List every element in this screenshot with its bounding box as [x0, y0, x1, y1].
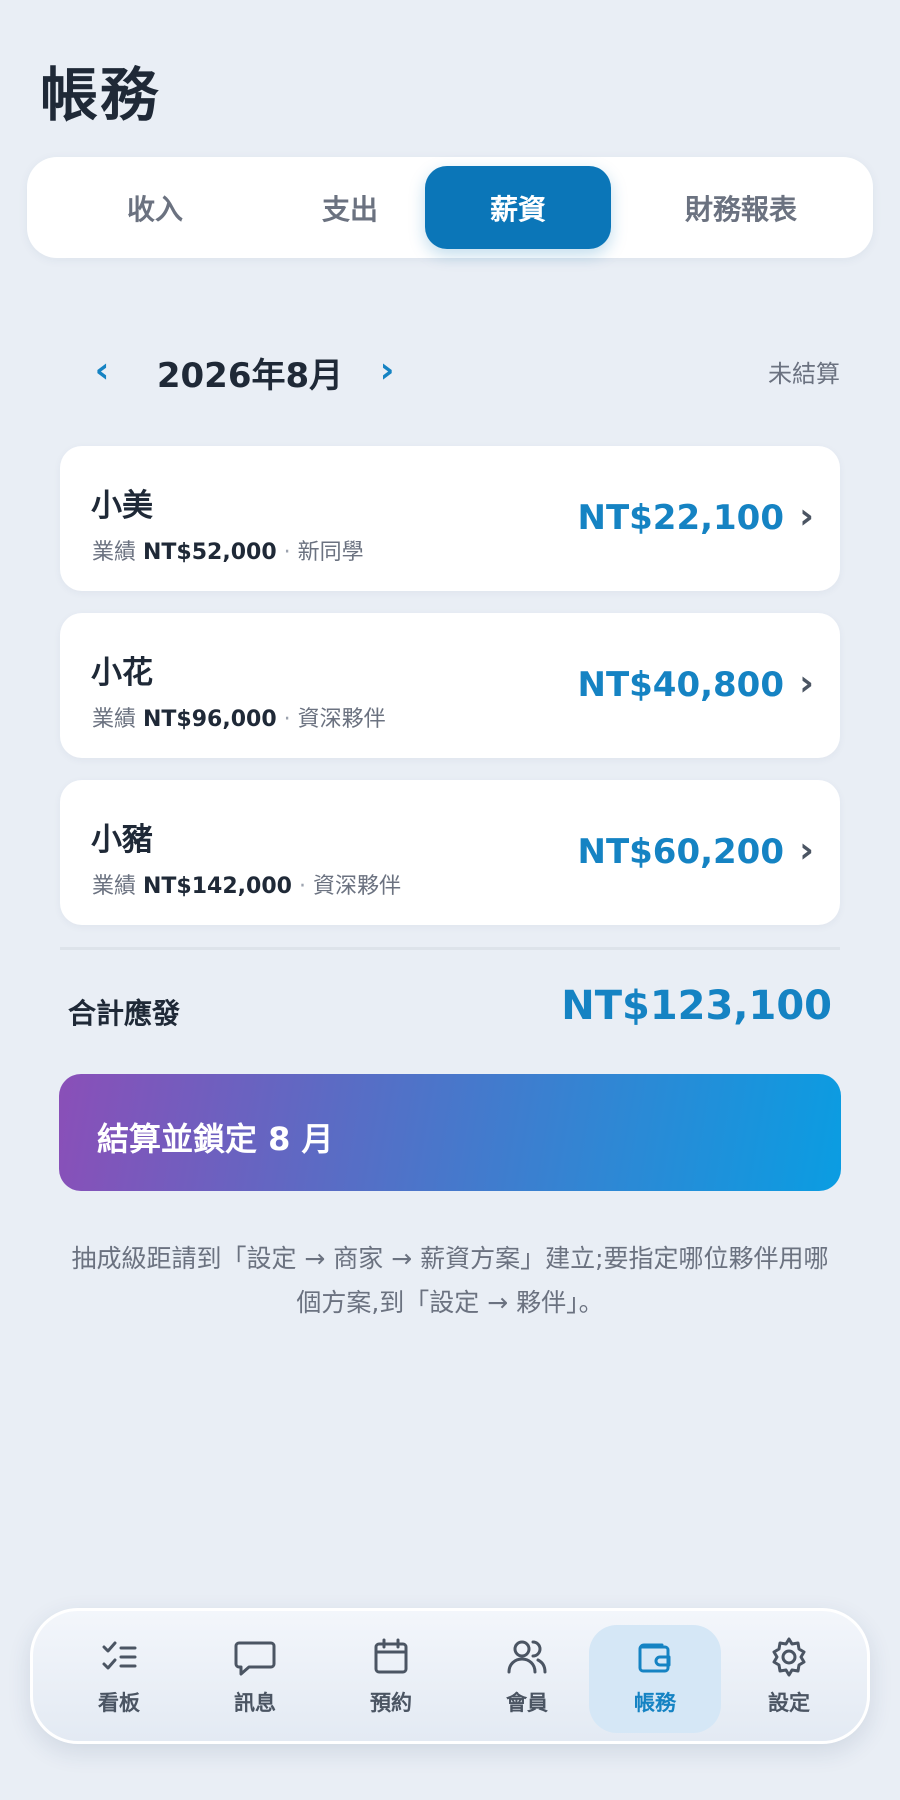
- nav-label: 看板: [98, 1691, 140, 1715]
- separator-dot: ·: [298, 874, 306, 899]
- perf-value: NT$52,000: [143, 540, 277, 565]
- payroll-hint: 抽成級距請到「設定 → 商家 → 薪資方案」建立;要指定哪位夥伴用哪個方案,到「…: [71, 1244, 829, 1317]
- users-icon: [507, 1640, 547, 1674]
- settle-lock-button[interactable]: 結算並鎖定 8 月: [59, 1074, 841, 1191]
- wallet-icon: [638, 1643, 671, 1673]
- perf-label: 業績: [92, 707, 137, 732]
- staff-meta: 業績 NT$52,000 · 新同學: [92, 534, 364, 566]
- nav-label: 會員: [506, 1691, 548, 1715]
- nav-label: 訊息: [234, 1691, 276, 1715]
- total-label: 合計應發: [68, 997, 181, 1030]
- nav-label: 預約: [370, 1691, 412, 1715]
- payroll-amount: NT$22,100: [577, 498, 784, 538]
- staff-card[interactable]: 小豬 業績 NT$142,000 · 資深夥伴 NT$60,200 ›: [60, 780, 840, 925]
- nav-item-messages[interactable]: 訊息: [189, 1625, 321, 1733]
- staff-card[interactable]: 小美 業績 NT$52,000 · 新同學 NT$22,100 ›: [60, 446, 840, 591]
- chevron-right-icon: ›: [799, 830, 814, 871]
- gear-icon: [772, 1637, 806, 1677]
- chevron-right-icon: ›: [799, 496, 814, 537]
- checklist-icon: [102, 1641, 137, 1670]
- segment-tabs: 收入 支出 薪資 財務報表: [27, 157, 873, 258]
- staff-meta: 業績 NT$142,000 · 資深夥伴: [92, 868, 401, 900]
- payroll-amount: NT$40,800: [577, 665, 784, 705]
- perf-value: NT$96,000: [143, 707, 277, 732]
- settlement-status: 未結算: [768, 360, 840, 388]
- perf-value: NT$142,000: [143, 874, 292, 899]
- nav-label: 設定: [768, 1691, 810, 1715]
- total-value: NT$123,100: [561, 983, 832, 1029]
- staff-name: 小豬: [91, 822, 153, 858]
- tab-payroll[interactable]: 薪資: [425, 166, 611, 249]
- nav-item-accounting[interactable]: 帳務: [589, 1625, 721, 1733]
- separator-dot: ·: [283, 540, 291, 565]
- separator-dot: ·: [283, 707, 291, 732]
- calendar-icon: [374, 1638, 408, 1674]
- nav-item-dashboard[interactable]: 看板: [53, 1625, 185, 1733]
- perf-label: 業績: [92, 540, 137, 565]
- staff-level: 資深夥伴: [312, 874, 401, 899]
- next-month-button[interactable]: ›: [365, 340, 409, 400]
- staff-name: 小美: [91, 488, 153, 524]
- staff-card[interactable]: 小花 業績 NT$96,000 · 資深夥伴 NT$40,800 ›: [60, 613, 840, 758]
- staff-name: 小花: [91, 655, 153, 691]
- month-selector: ‹ 2026年8月 › 未結算: [60, 340, 840, 400]
- staff-meta: 業績 NT$96,000 · 資深夥伴: [92, 701, 386, 733]
- tab-financial-report[interactable]: 財務報表: [619, 166, 863, 249]
- staff-level: 資深夥伴: [297, 707, 386, 732]
- divider: [60, 947, 840, 950]
- nav-item-members[interactable]: 會員: [461, 1625, 593, 1733]
- page-title: 帳務: [40, 61, 161, 129]
- bottom-nav: 看板 訊息 預約 會員 帳務 設定: [30, 1608, 870, 1744]
- chevron-right-icon: ›: [799, 663, 814, 704]
- nav-label: 帳務: [634, 1691, 676, 1715]
- prev-month-button[interactable]: ‹: [80, 340, 124, 400]
- settle-lock-label: 結算並鎖定 8 月: [97, 1120, 334, 1158]
- screen: 帳務 收入 支出 薪資 財務報表 ‹ 2026年8月 › 未結算 小美 業績 N…: [0, 0, 900, 1800]
- nav-item-settings[interactable]: 設定: [723, 1625, 855, 1733]
- payroll-amount: NT$60,200: [577, 832, 784, 872]
- nav-item-booking[interactable]: 預約: [325, 1625, 457, 1733]
- chat-bubble-icon: [234, 1641, 276, 1676]
- staff-level: 新同學: [297, 540, 364, 565]
- month-label: 2026年8月: [156, 356, 344, 396]
- perf-label: 業績: [92, 874, 137, 899]
